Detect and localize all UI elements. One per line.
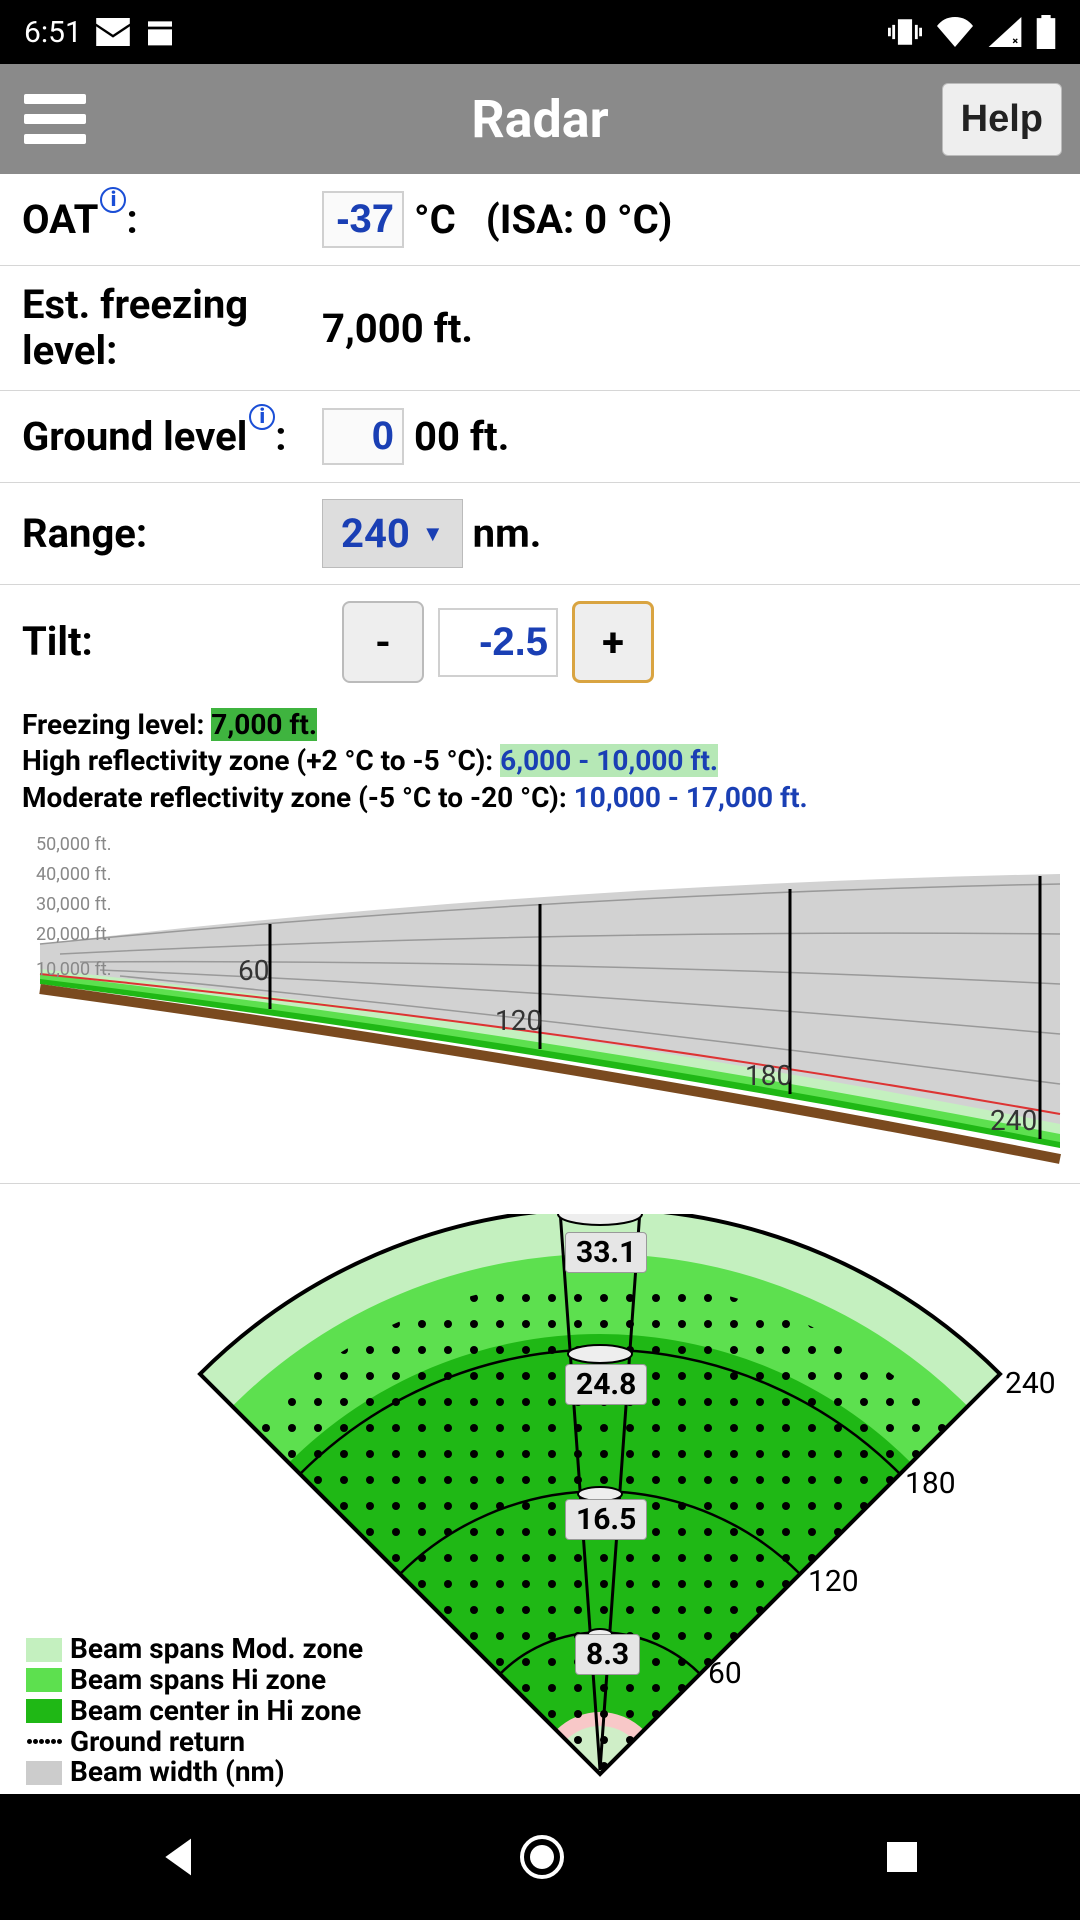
- beam-width-label: 33.1: [565, 1232, 647, 1273]
- recents-icon[interactable]: [882, 1837, 922, 1877]
- ground-input[interactable]: [322, 408, 404, 465]
- fan-range: 180: [905, 1466, 956, 1501]
- beam-width-label: 16.5: [565, 1499, 647, 1540]
- info-icon[interactable]: i: [100, 187, 126, 213]
- status-bar: 6:51: [0, 0, 1080, 64]
- tilt-input[interactable]: [438, 608, 558, 677]
- signal-icon: [988, 17, 1022, 47]
- chevron-down-icon: ▼: [422, 521, 444, 547]
- tilt-plus-button[interactable]: +: [572, 601, 654, 683]
- range-select[interactable]: 240 ▼: [322, 499, 463, 568]
- oat-unit: °C: [414, 196, 456, 243]
- row-ground: Ground leveli: 00 ft.: [0, 391, 1080, 483]
- fan-range: 120: [808, 1564, 859, 1599]
- range-mark: 180: [745, 1059, 792, 1092]
- fan-legend: Beam spans Mod. zone Beam spans Hi zone …: [26, 1634, 363, 1788]
- row-oat: OATi: °C (ISA: 0 °C): [0, 174, 1080, 266]
- legend-hi: Beam spans Hi zone: [70, 1665, 326, 1696]
- beam-width-label: 8.3: [575, 1634, 640, 1675]
- legend-gnd: Ground return: [70, 1727, 245, 1758]
- alt-tick: 30,000 ft.: [36, 894, 111, 915]
- range-mark: 120: [495, 1004, 542, 1037]
- battery-icon: [1036, 15, 1056, 49]
- mail-icon: [96, 18, 130, 46]
- legend-cen: Beam center in Hi zone: [70, 1696, 361, 1727]
- vibrate-icon: [888, 15, 922, 49]
- fan-range: 240: [1005, 1366, 1056, 1401]
- reflectivity-info: Freezing level: 7,000 ft. High reflectiv…: [0, 699, 1080, 820]
- alt-tick: 40,000 ft.: [36, 864, 111, 885]
- range-label: Range:: [22, 511, 322, 557]
- alt-tick: 10,000 ft.: [36, 959, 111, 980]
- freeze-value: 7,000 ft.: [322, 305, 473, 352]
- status-time: 6:51: [24, 15, 82, 50]
- legend-bw: Beam width (nm): [70, 1757, 285, 1788]
- range-unit: nm.: [473, 510, 542, 557]
- app-header: Radar Help: [0, 64, 1080, 174]
- range-mark: 240: [990, 1104, 1037, 1137]
- row-tilt: Tilt: - +: [0, 585, 1080, 699]
- back-icon[interactable]: [158, 1835, 202, 1879]
- tilt-minus-button[interactable]: -: [342, 601, 424, 683]
- range-mark: 60: [238, 954, 269, 987]
- menu-icon[interactable]: [0, 74, 110, 164]
- freeze-label: Est. freezing level:: [22, 282, 322, 374]
- hi-info-val: 6,000 - 10,000 ft.: [500, 744, 718, 777]
- legend-mod: Beam spans Mod. zone: [70, 1634, 363, 1665]
- wifi-icon: [936, 17, 974, 47]
- fan-scope-chart: 33.1 24.8 16.5 8.3 240 180 120 60 Beam s…: [0, 1214, 1080, 1794]
- range-value: 240: [341, 510, 410, 557]
- oat-input[interactable]: [322, 191, 404, 248]
- hi-info-label: High reflectivity zone (+2 °C to -5 °C):: [22, 744, 500, 777]
- android-nav-bar: [0, 1794, 1080, 1920]
- page-title: Radar: [471, 89, 608, 150]
- row-range: Range: 240 ▼ nm.: [0, 483, 1080, 585]
- beam-width-label: 24.8: [565, 1364, 647, 1405]
- ground-label: Ground level: [22, 413, 247, 460]
- fan-range: 60: [708, 1656, 742, 1691]
- alt-tick: 50,000 ft.: [36, 834, 111, 855]
- info-icon[interactable]: i: [249, 404, 275, 430]
- side-profile-chart: 50,000 ft. 40,000 ft. 30,000 ft. 20,000 …: [0, 824, 1080, 1184]
- oat-label: OAT: [22, 196, 98, 243]
- tilt-label: Tilt:: [22, 619, 322, 665]
- calendar-icon: [144, 16, 176, 48]
- row-freeze: Est. freezing level: 7,000 ft.: [0, 266, 1080, 391]
- oat-isa: (ISA: 0 °C): [486, 196, 673, 243]
- mod-info-label: Moderate reflectivity zone (-5 °C to -20…: [22, 781, 574, 814]
- home-icon[interactable]: [518, 1833, 566, 1881]
- freeze-info-val: 7,000 ft.: [211, 708, 317, 741]
- ground-suffix: 00 ft.: [414, 413, 509, 460]
- mod-info-val: 10,000 - 17,000 ft.: [574, 781, 808, 814]
- freeze-info-label: Freezing level:: [22, 708, 211, 741]
- help-button[interactable]: Help: [942, 83, 1062, 156]
- content: OATi: °C (ISA: 0 °C) Est. freezing level…: [0, 174, 1080, 1794]
- alt-tick: 20,000 ft.: [36, 924, 111, 945]
